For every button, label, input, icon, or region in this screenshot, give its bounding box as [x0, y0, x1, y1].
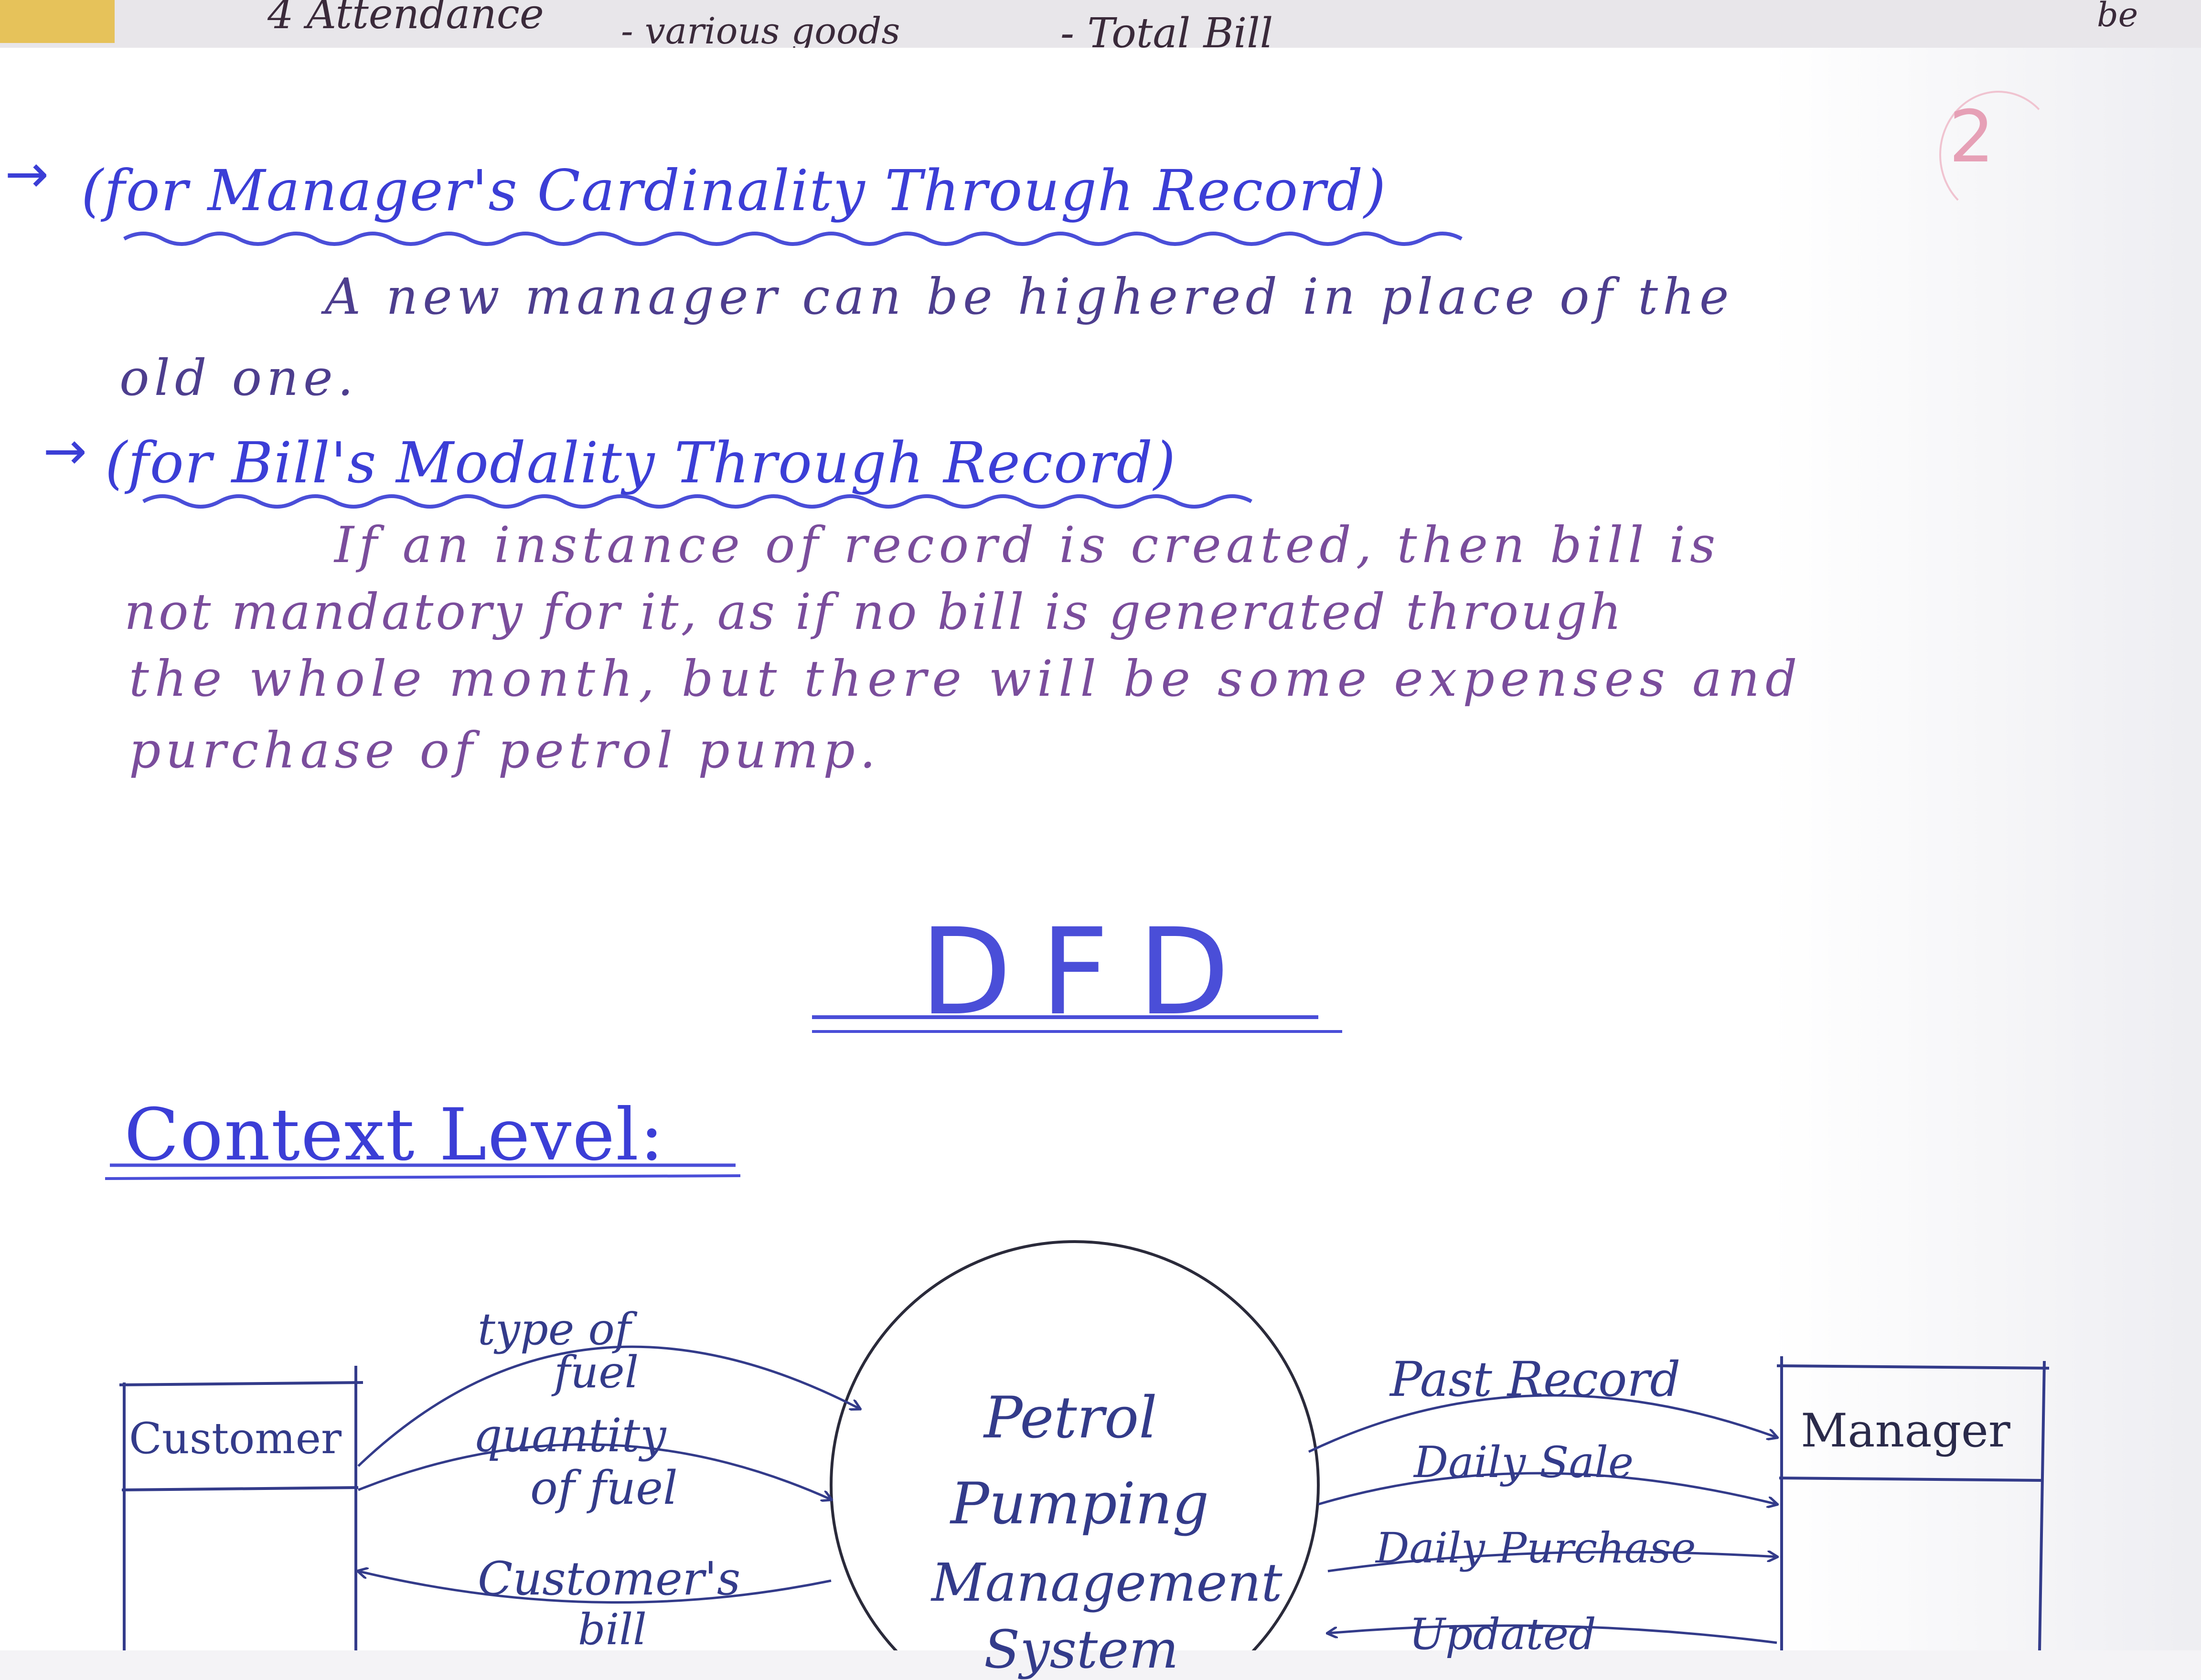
context-underline-2 — [105, 1174, 741, 1180]
section2-underline — [142, 494, 1252, 509]
process-label-1: Petrol — [984, 1385, 1157, 1451]
flow-label-type-fuel: fuel — [554, 1347, 639, 1398]
flow-label-customers: Customer's — [478, 1552, 741, 1606]
process-label-2: Pumping — [951, 1471, 1209, 1537]
manager-entity-box — [1776, 1356, 2050, 1650]
manager-entity-label: Manager — [1801, 1404, 2010, 1457]
flow-label-past-record: Past Record — [1390, 1351, 1681, 1407]
process-label-3: Management — [931, 1552, 1282, 1613]
customer-entity-label: Customer — [129, 1414, 342, 1464]
flow-label-daily-purchase: Daily Purchase — [1376, 1523, 1696, 1573]
process-label-4: System — [984, 1619, 1179, 1680]
flow-label-of-fuel: of fuel — [530, 1461, 678, 1515]
flow-label-daily-sale: Daily Sale — [1414, 1437, 1634, 1488]
flow-label-updated: Updated — [1409, 1609, 1596, 1659]
section1-underline — [123, 232, 1463, 246]
flow-label-bill: bill — [578, 1605, 647, 1655]
flow-label-quantity: quantity — [473, 1409, 666, 1462]
customer-entity-box — [119, 1366, 363, 1650]
